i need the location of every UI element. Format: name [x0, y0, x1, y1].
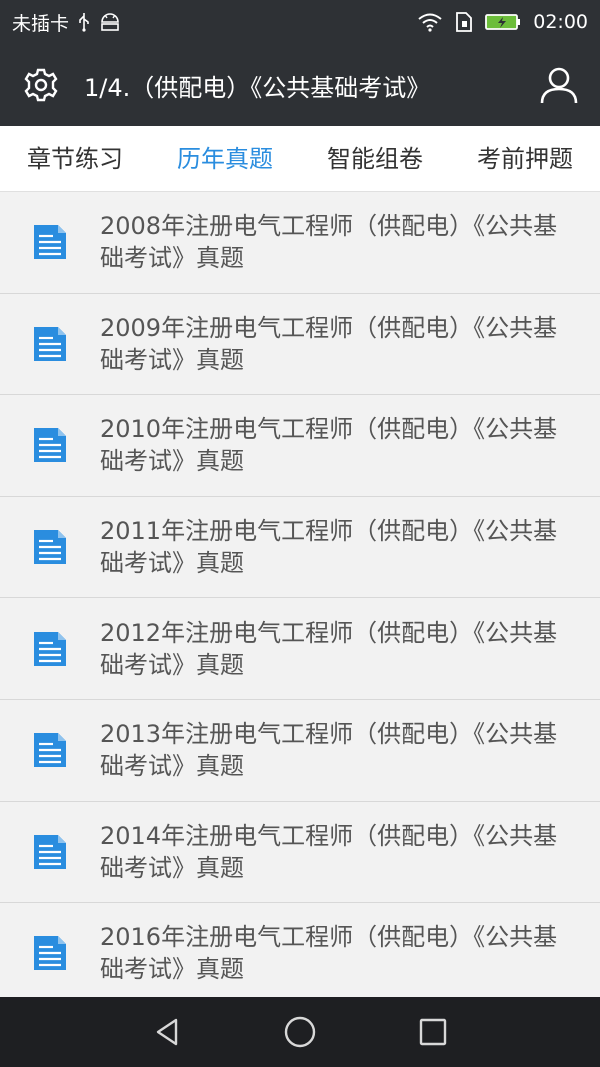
list-item[interactable]: 2013年注册电气工程师（供配电）《公共基础考试》真题	[0, 700, 600, 802]
list-item-label: 2010年注册电气工程师（供配电）《公共基础考试》真题	[100, 415, 558, 476]
wifi-icon	[417, 12, 443, 32]
settings-button[interactable]	[0, 44, 82, 126]
list-item[interactable]: 2008年注册电气工程师（供配电）《公共基础考试》真题	[0, 192, 600, 294]
status-bar: 未插卡 02:00	[0, 0, 600, 44]
back-icon	[156, 1018, 177, 1046]
user-profile-button[interactable]	[518, 44, 600, 126]
document-icon	[0, 630, 100, 668]
tab-smart-paper[interactable]: 智能组卷	[300, 126, 450, 192]
back-button[interactable]	[137, 1002, 197, 1062]
status-left: 未插卡	[12, 9, 121, 36]
list-item-label: 2011年注册电气工程师（供配电）《公共基础考试》真题	[100, 517, 558, 578]
recents-button[interactable]	[403, 1002, 463, 1062]
document-icon	[0, 223, 100, 261]
document-icon	[0, 426, 100, 464]
list-item[interactable]: 2012年注册电气工程师（供配电）《公共基础考试》真题	[0, 598, 600, 700]
list-item-label: 2014年注册电气工程师（供配电）《公共基础考试》真题	[100, 821, 558, 882]
list-item[interactable]: 2009年注册电气工程师（供配电）《公共基础考试》真题	[0, 294, 600, 396]
list-item-label: 2013年注册电气工程师（供配电）《公共基础考试》真题	[100, 720, 558, 781]
list-item-label: 2012年注册电气工程师（供配电）《公共基础考试》真题	[100, 618, 558, 679]
user-icon	[540, 67, 578, 104]
list-item[interactable]: 2010年注册电气工程师（供配电）《公共基础考试》真题	[0, 395, 600, 497]
document-icon	[0, 833, 100, 871]
list-item[interactable]: 2014年注册电气工程师（供配电）《公共基础考试》真题	[0, 802, 600, 904]
usb-icon	[77, 12, 91, 32]
document-icon	[0, 934, 100, 972]
exam-list: 2008年注册电气工程师（供配电）《公共基础考试》真题 2009年注册电气工程师…	[0, 192, 600, 997]
battery-charging-icon	[485, 12, 521, 32]
tab-chapter-practice[interactable]: 章节练习	[0, 126, 150, 192]
clock-text: 02:00	[533, 11, 588, 33]
document-icon	[0, 731, 100, 769]
list-item[interactable]: 2016年注册电气工程师（供配电）《公共基础考试》真题	[0, 903, 600, 997]
carrier-text: 未插卡	[12, 12, 70, 35]
status-right: 02:00	[417, 11, 588, 33]
gear-icon	[24, 68, 58, 102]
sim-icon	[455, 11, 473, 33]
recents-icon	[420, 1018, 447, 1046]
home-icon	[284, 1016, 316, 1048]
tab-bar: 章节练习 历年真题 智能组卷 考前押题	[0, 126, 600, 192]
app-bar: 1/4.（供配电）《公共基础考试》	[0, 44, 600, 126]
android-debug-icon	[99, 12, 121, 32]
home-button[interactable]	[270, 1002, 330, 1062]
list-item-label: 2009年注册电气工程师（供配电）《公共基础考试》真题	[100, 313, 558, 374]
list-item-label: 2008年注册电气工程师（供配电）《公共基础考试》真题	[100, 212, 558, 273]
tab-pre-exam[interactable]: 考前押题	[450, 126, 600, 192]
document-icon	[0, 325, 100, 363]
document-icon	[0, 528, 100, 566]
tab-past-exams[interactable]: 历年真题	[150, 126, 300, 192]
page-title: 1/4.（供配电）《公共基础考试》	[84, 73, 431, 102]
system-nav-bar	[0, 997, 600, 1067]
list-item[interactable]: 2011年注册电气工程师（供配电）《公共基础考试》真题	[0, 497, 600, 599]
list-item-label: 2016年注册电气工程师（供配电）《公共基础考试》真题	[100, 923, 558, 984]
